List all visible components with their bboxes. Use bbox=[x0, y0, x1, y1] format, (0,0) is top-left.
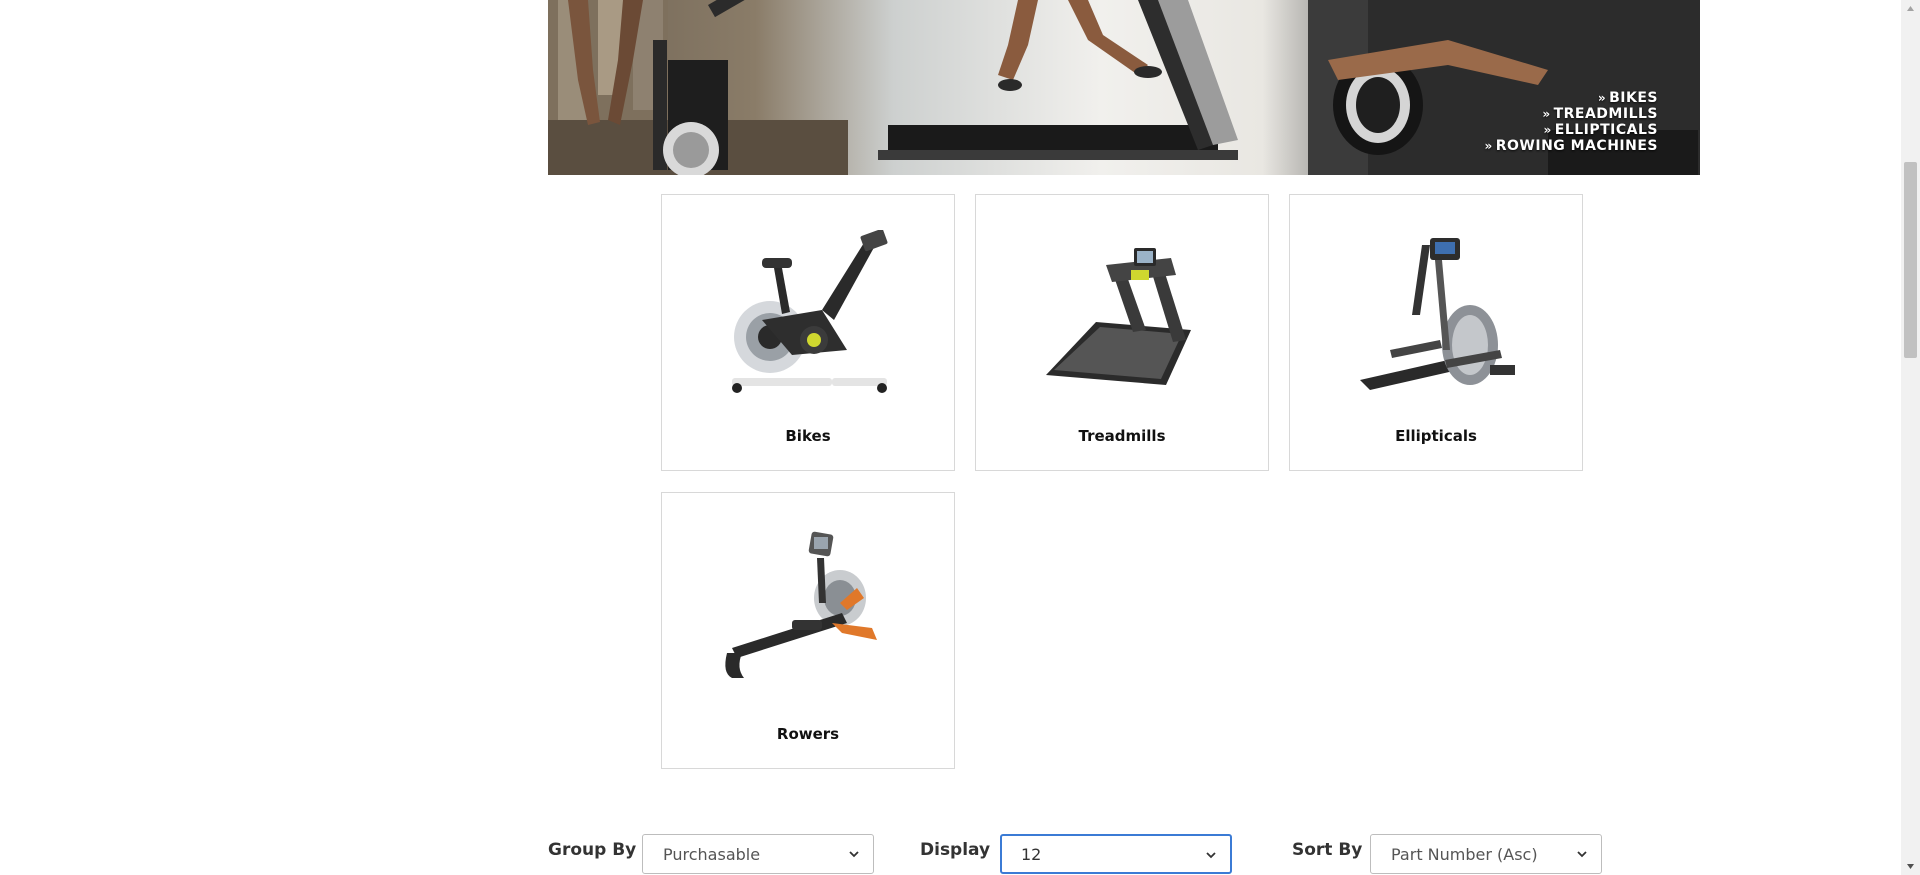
scroll-down-arrow-icon[interactable] bbox=[1906, 862, 1915, 871]
category-label-rowers: Rowers bbox=[776, 725, 840, 743]
display-label: Display bbox=[920, 840, 991, 860]
hero-banner[interactable]: » BIKES » TREADMILLS » ELLIPTICALS » ROWING … bbox=[548, 0, 1700, 175]
sort-by-label: Sort By bbox=[1292, 840, 1363, 860]
display-select[interactable]: 12 bbox=[1000, 834, 1232, 874]
chevron-down-icon bbox=[849, 851, 859, 858]
category-label-ellipticals: Ellipticals bbox=[1395, 427, 1477, 445]
hero-link-treadmills[interactable]: » TREADMILLS bbox=[1484, 106, 1658, 122]
category-card-rowers[interactable]: Rowers bbox=[661, 492, 955, 769]
rower-icon bbox=[725, 531, 877, 678]
category-label-treadmills: Treadmills bbox=[1078, 427, 1166, 445]
hero-link-rowing-machines[interactable]: » ROWING MACHINES bbox=[1484, 138, 1658, 154]
chevron-down-icon bbox=[1577, 851, 1587, 858]
sort-by-value: Part Number (Asc) bbox=[1391, 845, 1538, 864]
display-value: 12 bbox=[1021, 845, 1042, 864]
hero-category-links: » BIKES » TREADMILLS » ELLIPTICALS » ROWING … bbox=[1484, 90, 1658, 154]
category-card-ellipticals[interactable]: Ellipticals bbox=[1289, 194, 1583, 471]
elliptical-icon bbox=[1360, 238, 1515, 390]
category-label-bikes: Bikes bbox=[785, 427, 831, 445]
group-by-select[interactable]: Purchasable bbox=[642, 834, 874, 874]
treadmill-icon bbox=[1046, 248, 1191, 385]
scrollbar-thumb[interactable] bbox=[1904, 162, 1917, 358]
page-scrollbar[interactable] bbox=[1901, 0, 1920, 875]
hero-link-bikes[interactable]: » BIKES bbox=[1484, 90, 1658, 106]
category-card-bikes[interactable]: Bikes bbox=[661, 194, 955, 471]
sort-by-select[interactable]: Part Number (Asc) bbox=[1370, 834, 1602, 874]
group-by-label: Group By bbox=[548, 840, 637, 860]
exercise-bike-icon bbox=[732, 230, 888, 393]
group-by-value: Purchasable bbox=[663, 845, 761, 864]
scroll-up-arrow-icon[interactable] bbox=[1906, 4, 1915, 13]
category-card-treadmills[interactable]: Treadmills bbox=[975, 194, 1269, 471]
hero-link-ellipticals[interactable]: » ELLIPTICALS bbox=[1484, 122, 1658, 138]
chevron-down-icon bbox=[1206, 852, 1216, 859]
